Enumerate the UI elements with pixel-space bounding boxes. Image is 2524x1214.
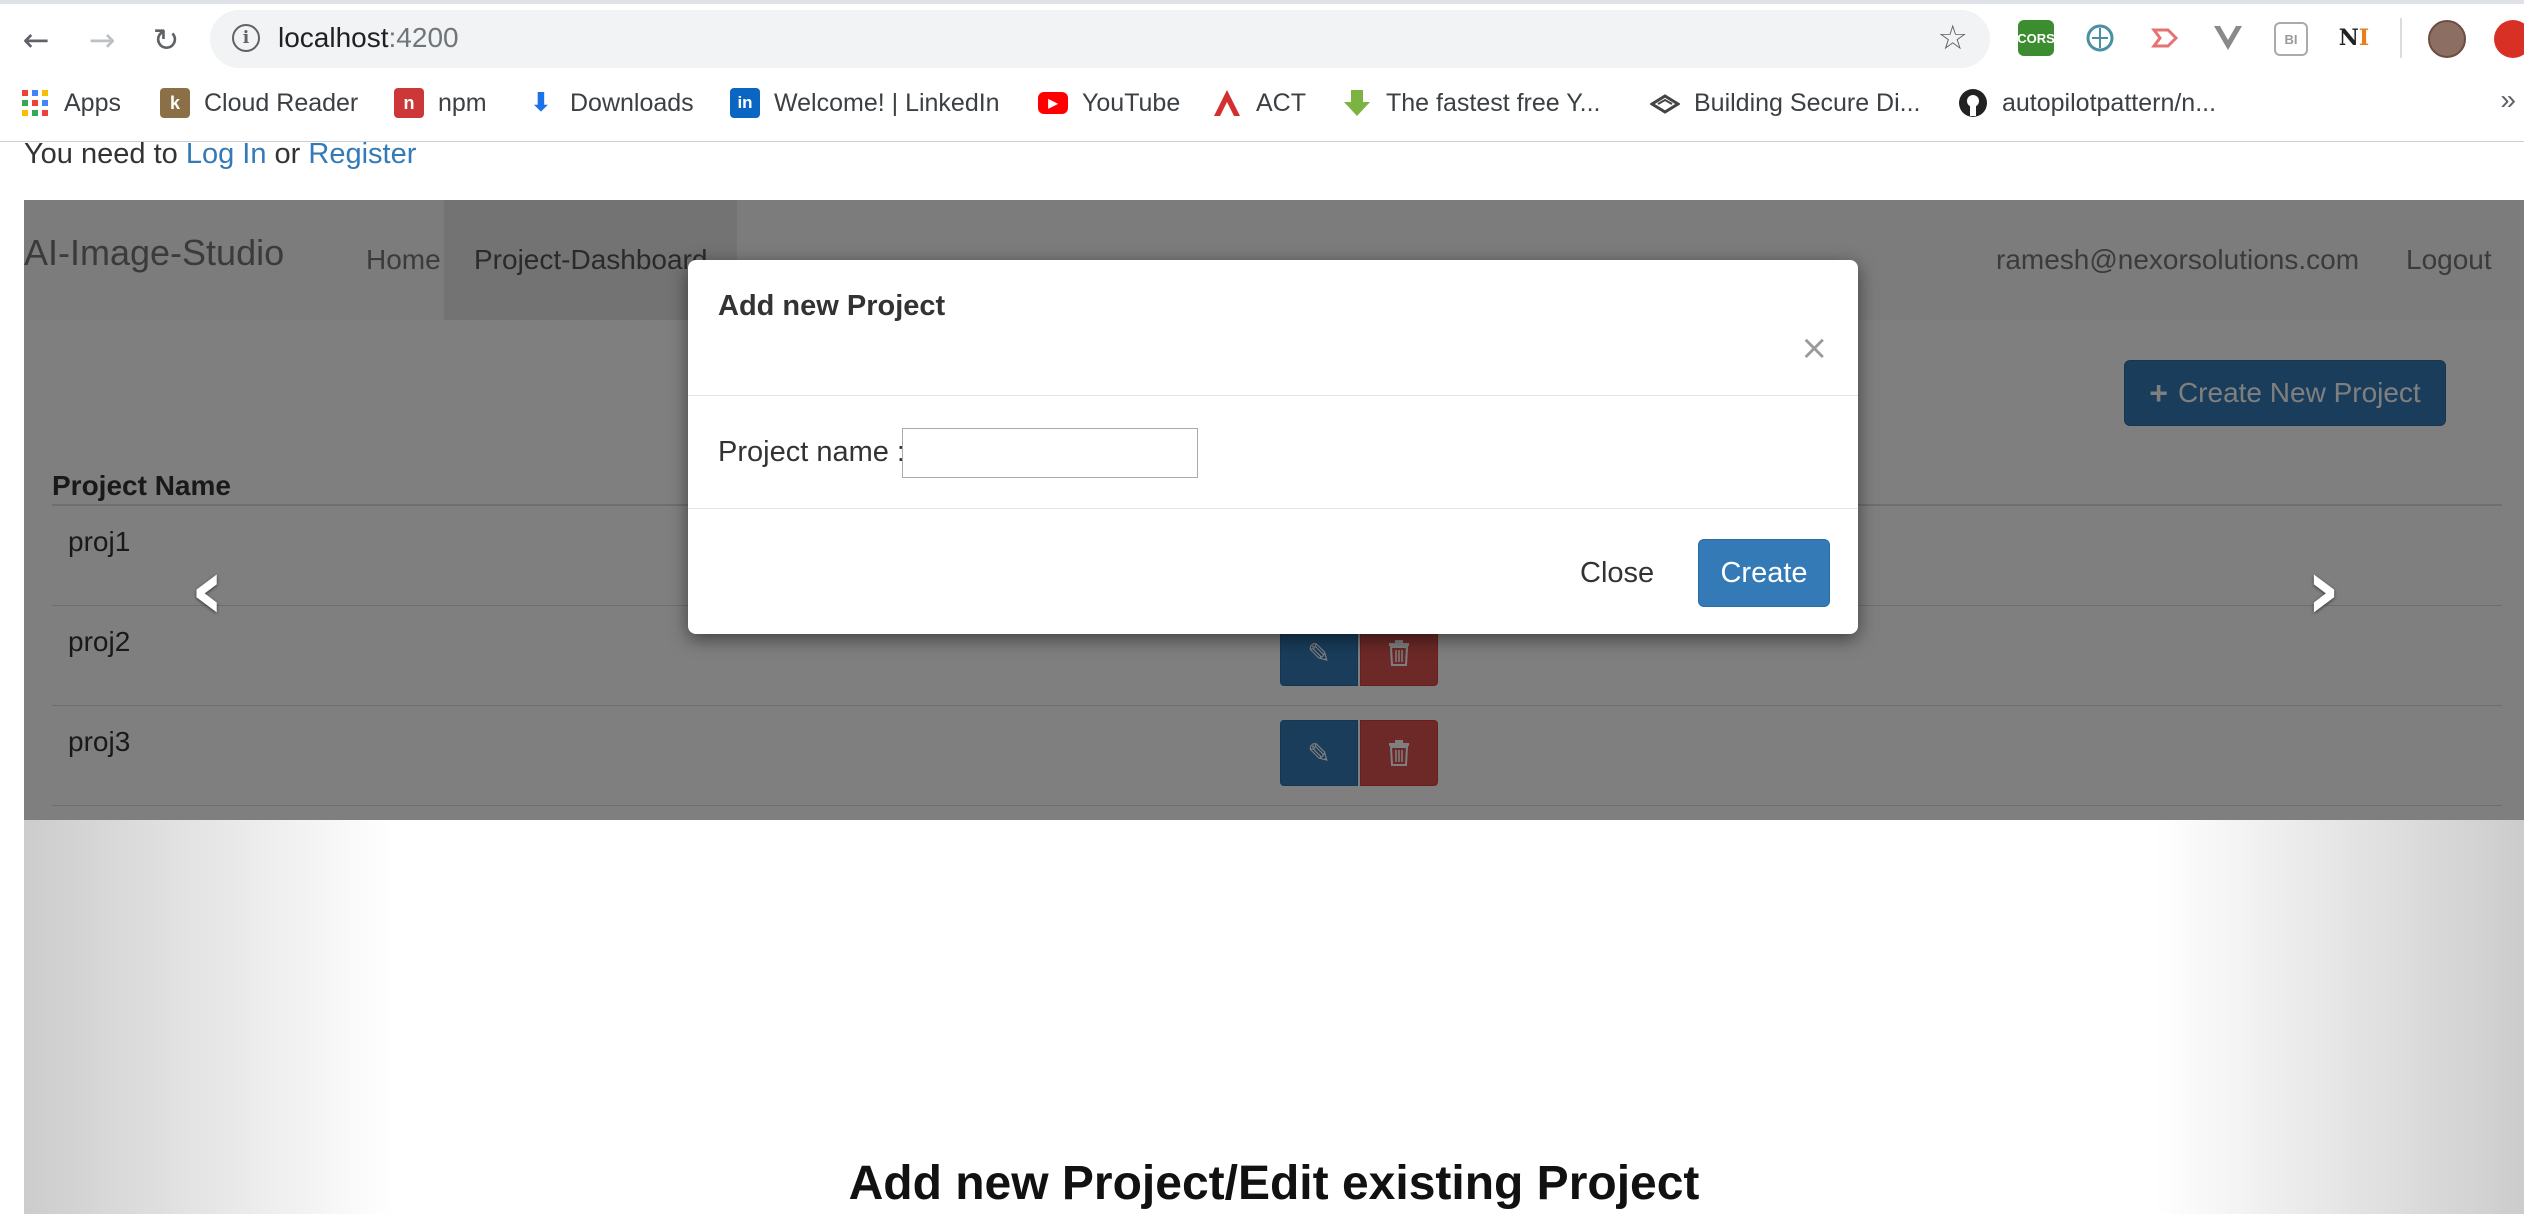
modal-footer-divider (688, 508, 1858, 509)
kindle-icon: k (160, 88, 190, 118)
modal-title: Add new Project (718, 290, 946, 322)
bi-extension-icon[interactable]: BI (2274, 22, 2308, 56)
bookmark-autopilot[interactable]: autopilotpattern/n... (1958, 84, 2216, 122)
red-extension-icon[interactable] (2494, 20, 2524, 58)
bookmark-label: Downloads (570, 88, 694, 117)
tab-strip (0, 0, 2524, 4)
bookmark-building-secure[interactable]: Building Secure Di... (1650, 84, 1921, 122)
youtube-icon: ▶ (1038, 92, 1068, 114)
bookmark-downloads[interactable]: ⬇ Downloads (526, 84, 694, 122)
toolbar-separator (2400, 18, 2402, 58)
bookmark-label: Building Secure Di... (1694, 88, 1921, 117)
auth-prompt: You need to Log In or Register (24, 138, 416, 171)
modal-header-divider (688, 395, 1858, 396)
url-host: localhost (278, 22, 389, 53)
carousel-next-button[interactable]: › (2306, 540, 2341, 638)
npm-icon: n (394, 88, 424, 118)
bookmark-act[interactable]: ACT (1212, 84, 1306, 122)
apps-grid-icon (20, 88, 50, 118)
register-link[interactable]: Register (308, 138, 416, 170)
building-icon (1650, 88, 1680, 118)
bookmarks-bar: Apps k Cloud Reader n npm ⬇ Downloads in… (0, 80, 2524, 126)
more-bookmarks-button[interactable]: » (2500, 84, 2516, 116)
url-port: :4200 (388, 22, 459, 53)
bookmark-label: YouTube (1082, 88, 1181, 117)
auth-prefix: You need to (24, 138, 178, 170)
login-link[interactable]: Log In (186, 138, 267, 170)
close-icon[interactable]: × (1800, 328, 1829, 368)
arrow-extension-icon[interactable] (2146, 20, 2182, 56)
carousel-prev-button[interactable]: ‹ (190, 540, 225, 638)
bookmark-npm[interactable]: n npm (394, 84, 487, 122)
modal-close-button[interactable]: Close (1580, 540, 1654, 606)
url-text[interactable]: localhost:4200 (278, 22, 459, 54)
bookmark-label: The fastest free Y... (1386, 88, 1601, 117)
bookmark-apps[interactable]: Apps (20, 84, 121, 122)
bookmark-label: ACT (1256, 88, 1306, 117)
forward-button[interactable]: → (80, 18, 124, 62)
reload-button[interactable]: ↻ (144, 18, 188, 62)
cors-extension-icon[interactable]: CORS (2017, 20, 2055, 56)
bookmark-linkedin[interactable]: in Welcome! | LinkedIn (730, 84, 1000, 122)
carousel-shade-right (2154, 820, 2524, 1214)
bookmark-fastest-free[interactable]: The fastest free Y... (1342, 84, 1600, 122)
profile-avatar[interactable] (2428, 20, 2466, 58)
add-project-modal: Add new Project × Project name : Close C… (688, 260, 1858, 634)
carousel-caption: Add new Project/Edit existing Project (848, 1157, 1700, 1210)
vpn-extension-icon[interactable] (2082, 20, 2118, 56)
bookmark-label: autopilotpattern/n... (2002, 88, 2217, 117)
modal-create-button[interactable]: Create (1698, 539, 1830, 607)
site-info-icon[interactable]: i (232, 24, 260, 52)
download-icon: ⬇ (530, 88, 552, 118)
bookmark-label: Welcome! | LinkedIn (774, 88, 1000, 117)
vue-extension-icon[interactable] (2210, 20, 2246, 56)
back-button[interactable]: ← (14, 18, 58, 62)
linkedin-icon: in (730, 88, 760, 118)
github-icon (1958, 88, 1988, 118)
act-icon (1212, 88, 1242, 118)
bookmark-label: npm (438, 88, 487, 117)
bookmark-label: Apps (64, 88, 121, 117)
bookmark-label: Cloud Reader (204, 88, 359, 117)
carousel-shade-left (24, 820, 394, 1214)
download-arrow-icon (1342, 88, 1372, 118)
auth-or: or (274, 138, 301, 170)
bookmark-cloud-reader[interactable]: k Cloud Reader (160, 84, 358, 122)
project-name-label: Project name : (718, 436, 905, 468)
bookmark-star-icon[interactable]: ☆ (1938, 18, 1968, 58)
ni-extension-icon[interactable]: NI (2336, 20, 2372, 56)
project-name-input[interactable] (902, 428, 1198, 478)
browser-chrome: ← → ↻ i localhost:4200 ☆ CORS BI NI Apps… (0, 0, 2524, 142)
address-bar[interactable]: i localhost:4200 ☆ (210, 10, 1990, 68)
bookmark-youtube[interactable]: ▶ YouTube (1038, 84, 1180, 122)
